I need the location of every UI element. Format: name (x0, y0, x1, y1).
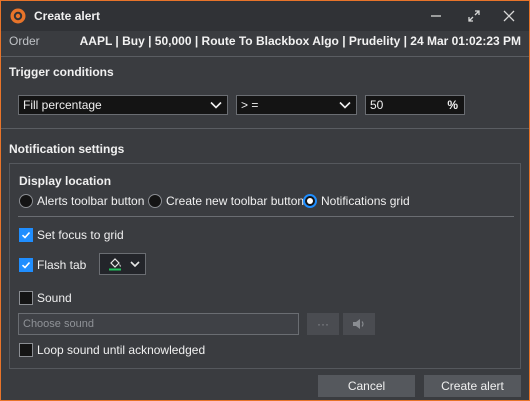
radio-new-toolbar[interactable]: Create new toolbar button (148, 194, 304, 208)
sound-checkbox[interactable]: Sound (19, 291, 72, 305)
ellipsis-icon: ··· (317, 317, 329, 331)
trigger-field-value: Fill percentage (23, 98, 102, 112)
order-summary: AAPL | Buy | 50,000 | Route To Blackbox … (79, 34, 521, 48)
checkbox-label: Loop sound until acknowledged (37, 343, 206, 357)
minimize-button[interactable] (424, 5, 448, 27)
trigger-field-select[interactable]: Fill percentage (18, 95, 228, 115)
maximize-button[interactable] (462, 5, 486, 27)
check-icon (21, 261, 31, 269)
notification-settings-title: Notification settings (9, 142, 125, 156)
loop-sound-checkbox[interactable]: Loop sound until acknowledged (19, 343, 205, 357)
operator-select[interactable]: > = (236, 95, 357, 115)
speaker-icon (353, 319, 364, 329)
set-focus-checkbox[interactable]: Set focus to grid (19, 228, 124, 242)
close-button[interactable] (497, 5, 521, 27)
choose-sound-input[interactable]: Choose sound (18, 313, 299, 335)
checkbox-checked (19, 228, 33, 242)
checkbox-label: Set focus to grid (37, 228, 124, 242)
browse-sound-button[interactable]: ··· (307, 313, 339, 335)
expand-icon (468, 10, 480, 22)
dialog-title: Create alert (34, 9, 101, 23)
title-bar: Create alert (1, 1, 529, 31)
radio-alerts-toolbar[interactable]: Alerts toolbar button (19, 194, 144, 208)
radio-label: Notifications grid (321, 194, 410, 208)
checkbox-unchecked (19, 291, 33, 305)
create-alert-dialog: Create alert Order AAPL | Buy | 50,000 |… (0, 0, 530, 401)
check-icon (21, 231, 31, 239)
notification-panel: Display location Alerts toolbar button C… (9, 163, 521, 369)
radio-label: Alerts toolbar button (37, 194, 145, 208)
radio-notifications-grid[interactable]: Notifications grid (303, 194, 410, 208)
play-sound-button[interactable] (343, 313, 375, 335)
create-alert-button[interactable]: Create alert (424, 375, 521, 397)
chevron-down-icon (210, 101, 222, 109)
trigger-value-input[interactable]: 50 % (365, 95, 465, 115)
divider (1, 56, 529, 57)
checkbox-label: Flash tab (37, 258, 87, 272)
flash-color-picker[interactable] (99, 253, 146, 275)
order-row: Order AAPL | Buy | 50,000 | Route To Bla… (1, 31, 529, 53)
percent-unit: % (447, 98, 458, 112)
minimize-icon (431, 15, 441, 17)
radio-dot-selected (303, 194, 317, 208)
radio-dot (148, 194, 162, 208)
trigger-conditions-title: Trigger conditions (9, 65, 114, 79)
display-location-label: Display location (19, 174, 112, 188)
radio-dot (19, 194, 33, 208)
chevron-down-icon (130, 261, 140, 268)
paint-bucket-icon (109, 258, 121, 271)
divider (18, 216, 514, 217)
close-icon (503, 10, 515, 22)
checkbox-unchecked (19, 343, 33, 357)
checkbox-label: Sound (37, 291, 72, 305)
chevron-down-icon (339, 101, 351, 109)
checkbox-checked (19, 258, 33, 272)
divider (1, 128, 529, 129)
cancel-button[interactable]: Cancel (318, 375, 415, 397)
operator-value: > = (241, 98, 259, 112)
flash-tab-checkbox[interactable]: Flash tab (19, 258, 86, 272)
trigger-value: 50 (370, 98, 384, 112)
order-label: Order (9, 34, 40, 48)
radio-label: Create new toolbar button (166, 194, 305, 208)
choose-sound-placeholder: Choose sound (23, 318, 94, 330)
app-logo-icon (10, 8, 26, 24)
